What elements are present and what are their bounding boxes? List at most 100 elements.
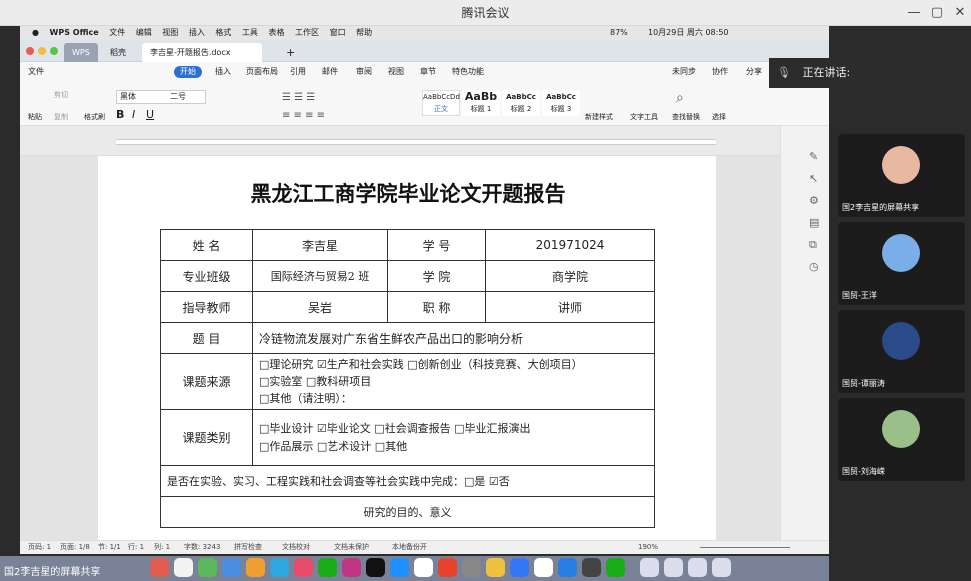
underline-button[interactable]: U bbox=[146, 108, 154, 121]
dock-app-icon[interactable] bbox=[606, 558, 625, 577]
dock-appstore-icon[interactable] bbox=[390, 558, 409, 577]
sync-status[interactable]: 未同步 bbox=[672, 62, 696, 82]
proofread-button[interactable]: 文档校对 bbox=[282, 541, 310, 554]
dock-app-icon[interactable] bbox=[246, 558, 265, 577]
tab-insert[interactable]: 插入 bbox=[215, 62, 231, 82]
tab-view[interactable]: 视图 bbox=[388, 62, 404, 82]
dock-window-icon[interactable] bbox=[640, 558, 659, 577]
document-title[interactable]: 黑龙江工商学院毕业论文开题报告 bbox=[233, 178, 583, 208]
dock-app-icon[interactable] bbox=[534, 558, 553, 577]
style-heading3[interactable]: AaBbCc 标题 3 bbox=[542, 90, 580, 116]
share-button[interactable]: 分享 bbox=[746, 62, 762, 82]
new-style-button[interactable]: 新建样式 bbox=[585, 112, 613, 122]
select-button[interactable]: 选择 bbox=[712, 112, 726, 122]
dock-app-icon[interactable] bbox=[294, 558, 313, 577]
cut-button[interactable]: 剪切 bbox=[54, 90, 68, 100]
menu-view[interactable]: 视图 bbox=[162, 28, 178, 37]
table-cell[interactable]: 专业班级 bbox=[160, 260, 253, 292]
spell-check-button[interactable]: 拼写检查 bbox=[234, 541, 262, 554]
pen-icon[interactable]: ✎ bbox=[809, 150, 818, 163]
table-cell[interactable]: □理论研究 ☑生产和社会实践 □创新创业（科技竞赛、大创项目） □实验室 □教科… bbox=[252, 353, 655, 410]
collab-button[interactable]: 协作 bbox=[712, 62, 728, 82]
participant-tile[interactable]: 国2李吉星的屏幕共享 bbox=[838, 134, 965, 217]
dock-app-icon[interactable] bbox=[270, 558, 289, 577]
tab-wps[interactable]: WPS bbox=[64, 43, 98, 62]
table-cell[interactable]: 国际经济与贸易2 班 bbox=[252, 260, 388, 292]
minimize-dot-icon[interactable] bbox=[38, 47, 46, 55]
tab-start[interactable]: 开始 bbox=[174, 66, 202, 78]
table-cell[interactable]: 研究的目的、意义 bbox=[160, 496, 655, 528]
zoom-dot-icon[interactable] bbox=[50, 47, 58, 55]
dock-help-icon[interactable] bbox=[462, 558, 481, 577]
dock-trash-icon[interactable] bbox=[712, 558, 731, 577]
table-cell[interactable]: 指导教师 bbox=[160, 291, 253, 323]
size-select[interactable]: 二号 bbox=[170, 90, 186, 104]
share-icon[interactable]: ⧉ bbox=[809, 238, 817, 252]
font-select[interactable]: 黑体 bbox=[116, 90, 206, 104]
list-icons[interactable]: ☰ ☰ ☰ bbox=[282, 92, 315, 103]
dock-app-icon[interactable] bbox=[558, 558, 577, 577]
table-cell[interactable]: 李吉星 bbox=[252, 229, 388, 261]
history-icon[interactable]: ◷ bbox=[809, 260, 819, 273]
participant-tile[interactable]: 国贸-谭丽涛 bbox=[838, 310, 965, 393]
table-cell[interactable]: 姓 名 bbox=[160, 229, 253, 261]
dock-app-icon[interactable] bbox=[582, 558, 601, 577]
report-table[interactable]: 姓 名 李吉星 学 号 201971024 专业班级 国际经济与贸易2 班 学 … bbox=[160, 229, 655, 528]
table-cell[interactable]: 题 目 bbox=[160, 322, 253, 354]
menu-edit[interactable]: 编辑 bbox=[136, 28, 152, 37]
menu-file-wps[interactable]: 文件 bbox=[28, 62, 44, 82]
close-button[interactable]: ✕ bbox=[949, 3, 971, 23]
tab-mail[interactable]: 邮件 bbox=[322, 62, 338, 82]
dock-wechat-icon[interactable] bbox=[318, 558, 337, 577]
tab-review[interactable]: 审阅 bbox=[356, 62, 372, 82]
dock-window-icon[interactable] bbox=[688, 558, 707, 577]
zoom-level[interactable]: 190% bbox=[638, 541, 658, 554]
zoom-slider[interactable] bbox=[700, 547, 790, 548]
menu-workspace[interactable]: 工作区 bbox=[295, 28, 319, 37]
tab-references[interactable]: 引用 bbox=[290, 62, 306, 82]
table-cell[interactable]: 课题来源 bbox=[160, 353, 253, 410]
dock-app-icon[interactable] bbox=[486, 558, 505, 577]
table-cell[interactable]: □毕业设计 ☑毕业论文 □社会调查报告 □毕业汇报演出 □作品展示 □艺术设计 … bbox=[252, 409, 655, 466]
menu-format[interactable]: 格式 bbox=[215, 28, 231, 37]
dock-app-icon[interactable] bbox=[150, 558, 169, 577]
tab-features[interactable]: 特色功能 bbox=[452, 62, 484, 82]
table-cell[interactable]: 冷链物流发展对广东省生鲜农产品出口的影响分析 bbox=[252, 322, 655, 354]
settings-icon[interactable]: ⚙ bbox=[809, 194, 819, 207]
table-cell[interactable]: 讲师 bbox=[485, 291, 655, 323]
style-heading2[interactable]: AaBbCc 标题 2 bbox=[502, 90, 540, 116]
dock-app-icon[interactable] bbox=[414, 558, 433, 577]
table-cell[interactable]: 吴岩 bbox=[252, 291, 388, 323]
dock-finder-icon[interactable] bbox=[510, 558, 529, 577]
dock-podcast-icon[interactable] bbox=[342, 558, 361, 577]
table-cell[interactable]: 学 院 bbox=[387, 260, 486, 292]
new-tab-button[interactable]: + bbox=[278, 43, 303, 62]
dock-tv-icon[interactable] bbox=[366, 558, 385, 577]
app-name[interactable]: WPS Office bbox=[50, 28, 99, 37]
dock-app-icon[interactable] bbox=[222, 558, 241, 577]
protect-status[interactable]: 文档未保护 bbox=[334, 541, 369, 554]
dock-calendar-icon[interactable] bbox=[174, 558, 193, 577]
dock-app-icon[interactable] bbox=[198, 558, 217, 577]
find-replace-button[interactable]: 查找替换 bbox=[672, 112, 700, 122]
menu-insert[interactable]: 插入 bbox=[189, 28, 205, 37]
table-cell[interactable]: 是否在实验、实习、工程实践和社会调查等社会实践中完成：□是 ☑否 bbox=[160, 465, 655, 497]
paste-button[interactable]: 粘贴 bbox=[28, 112, 42, 122]
tab-document[interactable]: 李吉星-开题报告.docx bbox=[142, 43, 262, 62]
participant-tile[interactable]: 国贸-刘海嵘 bbox=[838, 398, 965, 481]
menu-table[interactable]: 表格 bbox=[268, 28, 284, 37]
table-cell[interactable]: 职 称 bbox=[387, 291, 486, 323]
tab-daoke[interactable]: 稻壳 bbox=[102, 43, 134, 62]
close-dot-icon[interactable] bbox=[26, 47, 34, 55]
table-cell[interactable]: 201971024 bbox=[485, 229, 655, 261]
document-icon[interactable]: ▤ bbox=[809, 216, 819, 229]
tab-chapter[interactable]: 章节 bbox=[420, 62, 436, 82]
menu-file[interactable]: 文件 bbox=[109, 28, 125, 37]
dock-wps-icon[interactable] bbox=[438, 558, 457, 577]
table-cell[interactable]: 课题类别 bbox=[160, 409, 253, 466]
dock-window-icon[interactable] bbox=[664, 558, 683, 577]
align-icons[interactable]: ≡ ≡ ≡ ≡ bbox=[282, 110, 325, 121]
bold-button[interactable]: B bbox=[116, 108, 124, 121]
ruler[interactable] bbox=[20, 126, 829, 156]
menu-tools[interactable]: 工具 bbox=[242, 28, 258, 37]
